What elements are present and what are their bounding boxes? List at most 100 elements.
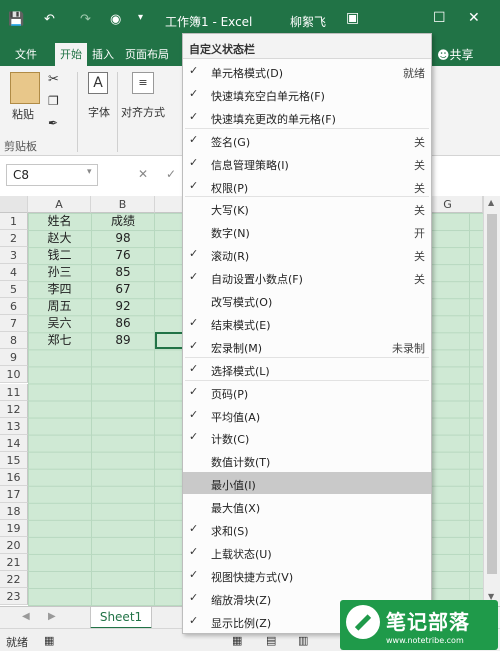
menu-item[interactable]: 数值计数(T) <box>183 449 431 471</box>
row-header[interactable]: 3 <box>0 247 28 265</box>
row-header[interactable]: 6 <box>0 298 28 316</box>
menu-item[interactable]: ✓ 滚动(R) 关 <box>183 243 431 265</box>
row-header[interactable]: 7 <box>0 315 28 333</box>
table-cell-name[interactable]: 郑七 <box>28 332 91 349</box>
row-header[interactable]: 15 <box>0 451 28 469</box>
save-icon[interactable]: 💾 <box>8 12 24 27</box>
column-header-b[interactable]: B <box>91 196 155 213</box>
table-cell-name[interactable]: 赵大 <box>28 230 91 247</box>
menu-item[interactable]: ✓ 宏录制(M) 未录制 <box>183 335 431 357</box>
alignment-button[interactable]: 对齐方式 <box>121 104 165 120</box>
menu-item[interactable]: ✓ 信息管理策略(I) 关 <box>183 152 431 174</box>
menu-item[interactable]: ✓ 页码(P) <box>183 381 431 403</box>
menu-item[interactable]: ✓ 视图快捷方式(V) <box>183 564 431 586</box>
sheet-tab[interactable]: Sheet1 <box>90 607 152 629</box>
chevron-down-icon[interactable]: ▾ <box>87 167 92 177</box>
row-header[interactable]: 9 <box>0 349 28 367</box>
macro-record-icon[interactable]: ▦ <box>44 634 54 647</box>
header-cell-name[interactable]: 姓名 <box>28 213 91 230</box>
menu-item[interactable]: ✓ 上载状态(U) <box>183 541 431 563</box>
row-header[interactable]: 2 <box>0 230 28 248</box>
menu-item[interactable]: ✓ 快速填充更改的单元格(F) <box>183 106 431 128</box>
row-header[interactable]: 17 <box>0 485 28 503</box>
table-cell-score[interactable]: 76 <box>91 247 155 264</box>
row-header[interactable]: 18 <box>0 502 28 520</box>
user-name[interactable]: 柳絮飞 <box>290 13 326 30</box>
normal-view-icon[interactable]: ▦ <box>232 634 242 647</box>
menu-item[interactable]: ✓ 单元格模式(D) 就绪 <box>183 60 431 82</box>
row-header[interactable]: 12 <box>0 400 28 418</box>
table-cell-score[interactable]: 98 <box>91 230 155 247</box>
menu-item[interactable]: ✓ 计数(C) <box>183 426 431 448</box>
table-cell-name[interactable]: 周五 <box>28 298 91 315</box>
row-header[interactable]: 4 <box>0 264 28 282</box>
menu-item[interactable]: 最大值(X) <box>183 495 431 517</box>
row-header[interactable]: 21 <box>0 554 28 571</box>
undo-icon[interactable]: ↶ <box>44 12 55 27</box>
font-icon[interactable]: A <box>88 72 108 94</box>
header-cell-score[interactable]: 成绩 <box>91 213 155 230</box>
menu-item[interactable]: 数字(N) 开 <box>183 220 431 242</box>
customize-icon[interactable]: ▾ <box>138 12 143 23</box>
menu-item[interactable]: ✓ 选择模式(L) <box>183 358 431 380</box>
align-icon[interactable]: ≡ <box>132 72 154 94</box>
paste-icon[interactable] <box>10 72 40 104</box>
scroll-thumb[interactable] <box>487 214 497 574</box>
tab-insert[interactable]: 插入 <box>92 46 114 62</box>
table-cell-name[interactable]: 李四 <box>28 281 91 298</box>
prev-sheet-icon[interactable]: ◀ <box>22 611 30 622</box>
column-header-g[interactable]: G <box>432 196 463 213</box>
menu-item[interactable]: ✓ 求和(S) <box>183 518 431 540</box>
ribbon-display-icon[interactable]: ▣ <box>346 10 359 26</box>
row-header[interactable]: 10 <box>0 366 28 384</box>
menu-item[interactable]: 大写(K) 关 <box>183 197 431 219</box>
font-button[interactable]: 字体 <box>88 104 110 120</box>
menu-item[interactable]: 最小值(I) <box>183 472 431 495</box>
column-header-a[interactable]: A <box>28 196 91 213</box>
menu-item[interactable]: ✓ 权限(P) 关 <box>183 175 431 197</box>
row-header[interactable]: 23 <box>0 588 28 606</box>
page-break-view-icon[interactable]: ▥ <box>298 634 308 647</box>
paste-button[interactable]: 粘贴 <box>12 106 34 122</box>
confirm-icon[interactable]: ✓ <box>166 167 176 181</box>
camera-icon[interactable]: ◉ <box>110 12 121 27</box>
table-cell-score[interactable]: 86 <box>91 315 155 332</box>
tab-file[interactable]: 文件 <box>15 46 37 62</box>
cancel-icon[interactable]: ✕ <box>138 167 148 181</box>
close-icon[interactable]: ✕ <box>468 10 480 26</box>
menu-item[interactable]: ✓ 签名(G) 关 <box>183 129 431 151</box>
redo-icon[interactable]: ↷ <box>80 12 91 27</box>
page-layout-view-icon[interactable]: ▤ <box>266 634 276 647</box>
table-cell-name[interactable]: 孙三 <box>28 264 91 281</box>
table-cell-name[interactable]: 钱二 <box>28 247 91 264</box>
row-header[interactable]: 5 <box>0 281 28 299</box>
scroll-up-icon[interactable]: ▲ <box>488 198 494 207</box>
table-cell-name[interactable]: 吴六 <box>28 315 91 332</box>
cut-icon[interactable]: ✂ <box>48 72 59 87</box>
vertical-scrollbar[interactable]: ▲ ▼ <box>483 196 500 606</box>
row-header[interactable]: 14 <box>0 434 28 452</box>
menu-item[interactable]: 改写模式(O) <box>183 289 431 311</box>
menu-item[interactable]: ✓ 平均值(A) <box>183 404 431 426</box>
next-sheet-icon[interactable]: ▶ <box>48 611 56 622</box>
row-header[interactable]: 1 <box>0 213 28 230</box>
table-cell-score[interactable]: 92 <box>91 298 155 315</box>
table-cell-score[interactable]: 89 <box>91 332 155 349</box>
share-button[interactable]: ☻共享 <box>437 46 474 63</box>
format-painter-icon[interactable]: ✒ <box>48 116 58 130</box>
menu-item[interactable]: ✓ 快速填充空白单元格(F) <box>183 83 431 105</box>
select-all-corner[interactable] <box>0 196 28 213</box>
row-header[interactable]: 8 <box>0 332 28 350</box>
row-header[interactable]: 19 <box>0 519 28 537</box>
tab-home[interactable]: 开始 <box>55 43 87 66</box>
menu-item[interactable]: ✓ 自动设置小数点(F) 关 <box>183 266 431 288</box>
name-box[interactable]: C8 <box>6 164 98 186</box>
tab-page-layout[interactable]: 页面布局 <box>125 46 169 62</box>
table-cell-score[interactable]: 67 <box>91 281 155 298</box>
copy-icon[interactable]: ❐ <box>48 94 59 108</box>
row-header[interactable]: 20 <box>0 536 28 554</box>
row-header[interactable]: 22 <box>0 571 28 589</box>
row-header[interactable]: 16 <box>0 468 28 486</box>
table-cell-score[interactable]: 85 <box>91 264 155 281</box>
row-header[interactable]: 13 <box>0 417 28 435</box>
